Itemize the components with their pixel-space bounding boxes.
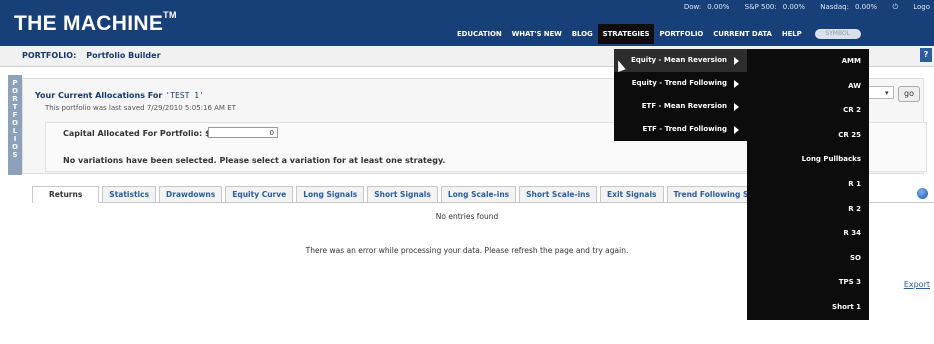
nav-portfolio[interactable]: PORTFOLIO xyxy=(654,24,708,44)
capital-label: Capital Allocated For Portfolio: $ xyxy=(63,129,211,138)
strategy-submenu: AMM AW CR 2 CR 25 Long Pullbacks R 1 R 2… xyxy=(747,49,869,336)
export-link[interactable]: Export xyxy=(904,280,930,289)
chevron-right-icon xyxy=(734,57,739,65)
strategies-dropdown: Equity - Mean Reversion Equity - Trend F… xyxy=(614,49,747,141)
sp500-value: 0.00% xyxy=(782,3,805,11)
nav-whats-new[interactable]: WHAT'S NEW xyxy=(507,24,567,44)
go-button[interactable]: go xyxy=(898,86,920,102)
submenu-item[interactable]: SO xyxy=(747,246,869,271)
logout-link[interactable]: ⏻ Logo xyxy=(892,3,930,11)
tab-long-signals[interactable]: Long Signals xyxy=(296,186,365,202)
breadcrumb: PORTFOLIO: Portfolio Builder xyxy=(22,51,161,60)
submenu-item[interactable]: Long Pullbacks xyxy=(747,147,869,172)
nav-help[interactable]: HELP xyxy=(777,24,807,44)
help-icon[interactable]: ? xyxy=(920,48,932,62)
capital-input[interactable]: 0 xyxy=(208,127,278,138)
brand-logo[interactable]: THE MACHINETM xyxy=(14,10,177,36)
nav-strategies[interactable]: STRATEGIES xyxy=(597,24,655,44)
chevron-right-icon xyxy=(734,80,739,88)
nav-current-data[interactable]: CURRENT DATA xyxy=(708,24,777,44)
submenu-item[interactable]: AMM xyxy=(747,49,869,74)
submenu-item[interactable]: Short 1 xyxy=(747,295,869,320)
symbol-search-input[interactable]: SYMBOL xyxy=(814,29,861,39)
header-bar: THE MACHINETM Dow: 0.00% S&P 500: 0.00% Na… xyxy=(0,0,934,46)
tab-equity-curve[interactable]: Equity Curve xyxy=(225,186,294,202)
nasdaq-value: 0.00% xyxy=(854,3,878,11)
dow-value: 0.00% xyxy=(707,3,730,11)
menu-etf-trend-following[interactable]: ETF - Trend Following xyxy=(614,118,747,141)
menu-equity-mean-reversion[interactable]: Equity - Mean Reversion xyxy=(614,49,747,72)
menu-equity-trend-following[interactable]: Equity - Trend Following xyxy=(614,72,747,95)
submenu-item[interactable]: R 2 xyxy=(747,197,869,222)
submenu-item[interactable]: CR 25 xyxy=(747,123,869,148)
no-variations-message: No variations have been selected. Please… xyxy=(63,156,446,165)
globe-icon[interactable] xyxy=(917,188,928,199)
dow-label: Dow: xyxy=(683,3,702,11)
tab-statistics[interactable]: Statistics xyxy=(102,186,157,202)
menu-etf-mean-reversion[interactable]: ETF - Mean Reversion xyxy=(614,95,747,118)
tab-long-scale-ins[interactable]: Long Scale-ins xyxy=(440,186,517,202)
last-saved-text: This portfolio was last saved 7/29/2010 … xyxy=(45,104,236,112)
chevron-right-icon xyxy=(734,126,739,134)
nasdaq-label: Nasdaq: xyxy=(820,3,849,11)
allocations-title: Your Current Allocations For 'TEST 1' xyxy=(35,91,204,100)
submenu-item[interactable]: Short 2 xyxy=(747,320,869,344)
breadcrumb-page: Portfolio Builder xyxy=(86,51,161,60)
portfolio-name: 'TEST 1' xyxy=(165,91,204,100)
submenu-item[interactable]: AW xyxy=(747,74,869,99)
sp500-label: S&P 500: xyxy=(744,3,777,11)
submenu-item[interactable]: TPS 3 xyxy=(747,270,869,295)
tab-exit-signals[interactable]: Exit Signals xyxy=(599,186,664,202)
submenu-item[interactable]: R 1 xyxy=(747,172,869,197)
nav-education[interactable]: EDUCATION xyxy=(452,24,507,44)
breadcrumb-section: PORTFOLIO: xyxy=(22,51,77,60)
tab-drawdowns[interactable]: Drawdowns xyxy=(159,186,223,202)
chevron-right-icon xyxy=(734,103,739,111)
market-ticker: Dow: 0.00% S&P 500: 0.00% Nasdaq: 0.00% ⏻ L… xyxy=(671,3,930,12)
portfolios-side-tab[interactable]: PORTFOLIOS xyxy=(8,75,22,175)
tab-short-signals[interactable]: Short Signals xyxy=(367,186,438,202)
submenu-item[interactable]: CR 2 xyxy=(747,98,869,123)
nav-blog[interactable]: BLOG xyxy=(567,24,598,44)
tab-returns[interactable]: Returns xyxy=(32,186,100,203)
main-nav: EDUCATION WHAT'S NEW BLOG STRATEGIES POR… xyxy=(452,24,861,44)
tab-short-scale-ins[interactable]: Short Scale-ins xyxy=(519,186,597,202)
submenu-item[interactable]: R 34 xyxy=(747,221,869,246)
